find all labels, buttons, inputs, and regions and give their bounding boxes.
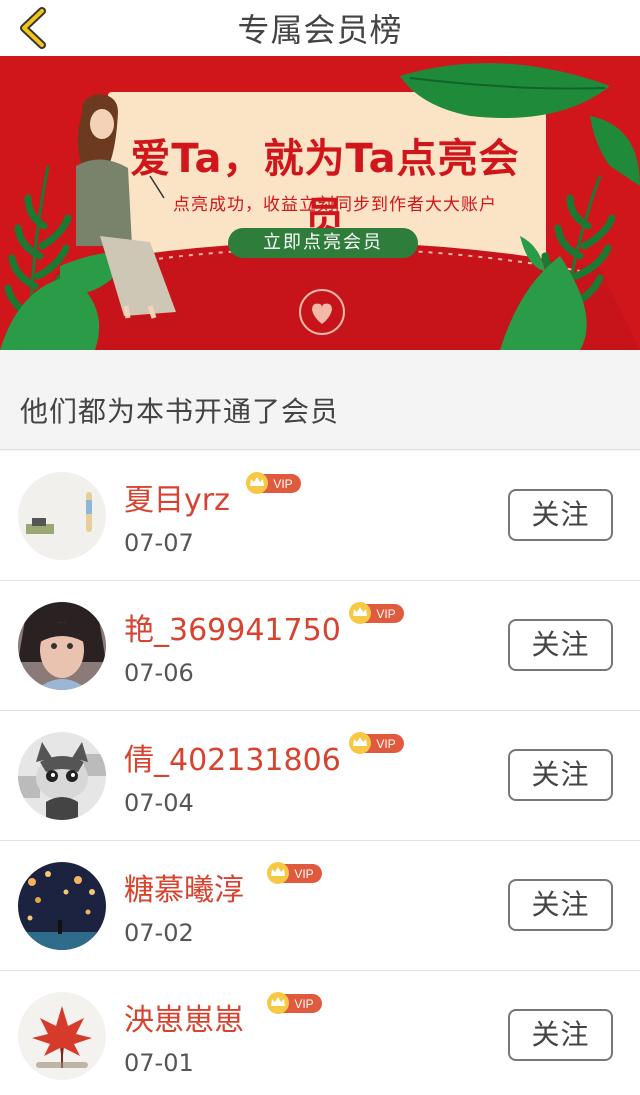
vip-badge: VIP	[266, 991, 324, 1015]
member-name[interactable]: 糖慕曦淳	[124, 865, 244, 909]
vip-badge: VIP	[348, 731, 406, 755]
avatar-image	[18, 472, 106, 560]
list-item: 糖慕曦淳 VIP 07-02 关注	[0, 841, 640, 971]
vip-badge: VIP	[245, 471, 303, 495]
member-name[interactable]: 艳_369941750	[124, 605, 341, 649]
member-list: 夏目yrz VIP 07-07 关注 艳_369941750 VIP 07-06…	[0, 451, 640, 1095]
crown-icon: VIP	[267, 862, 322, 884]
banner-headline: 爱Ta，就为Ta点亮会员	[130, 136, 520, 240]
top-bar: 专属会员榜	[0, 0, 640, 56]
activate-membership-button[interactable]: 立即点亮会员	[228, 228, 418, 258]
crown-icon: VIP	[349, 602, 404, 624]
membership-banner[interactable]: 爱Ta，就为Ta点亮会员 点亮成功，收益立刻同步到作者大大账户 立即点亮会员	[0, 56, 640, 350]
avatar[interactable]	[18, 472, 106, 560]
member-date: 07-06	[124, 659, 194, 687]
follow-button[interactable]: 关注	[508, 619, 613, 671]
member-date: 07-07	[124, 529, 194, 557]
list-item: 夏目yrz VIP 07-07 关注	[0, 451, 640, 581]
list-item: 倩_402131806 VIP 07-04 关注	[0, 711, 640, 841]
vip-text: VIP	[273, 477, 292, 491]
banner-subtitle: 点亮成功，收益立刻同步到作者大大账户	[173, 195, 497, 215]
member-list-header: 他们都为本书开通了会员	[0, 350, 640, 450]
avatar-image	[18, 602, 106, 690]
member-date: 07-02	[124, 919, 194, 947]
follow-button[interactable]: 关注	[508, 489, 613, 541]
avatar[interactable]	[18, 732, 106, 820]
vip-badge: VIP	[266, 861, 324, 885]
crown-icon: VIP	[267, 992, 322, 1014]
avatar[interactable]	[18, 862, 106, 950]
member-date: 07-04	[124, 789, 194, 817]
member-name[interactable]: 倩_402131806	[124, 735, 341, 779]
vip-text: VIP	[294, 997, 313, 1011]
member-date: 07-01	[124, 1049, 194, 1077]
avatar[interactable]	[18, 602, 106, 690]
list-item: 艳_369941750 VIP 07-06 关注	[0, 581, 640, 711]
follow-button[interactable]: 关注	[508, 1009, 613, 1061]
vip-text: VIP	[376, 737, 395, 751]
avatar-image	[18, 732, 106, 820]
follow-button[interactable]: 关注	[508, 749, 613, 801]
avatar-image	[18, 862, 106, 950]
avatar-image	[18, 992, 106, 1080]
section-heading: 他们都为本书开通了会员	[20, 395, 340, 428]
member-name[interactable]: 泱崽崽崽	[124, 995, 244, 1039]
vip-text: VIP	[376, 607, 395, 621]
avatar[interactable]	[18, 992, 106, 1080]
list-item: 泱崽崽崽 VIP 07-01 关注	[0, 971, 640, 1095]
member-name[interactable]: 夏目yrz	[124, 475, 230, 519]
page-title: 专属会员榜	[237, 11, 403, 49]
crown-icon: VIP	[246, 472, 301, 494]
vip-badge: VIP	[348, 601, 406, 625]
vip-text: VIP	[294, 867, 313, 881]
follow-button[interactable]: 关注	[508, 879, 613, 931]
crown-icon: VIP	[349, 732, 404, 754]
